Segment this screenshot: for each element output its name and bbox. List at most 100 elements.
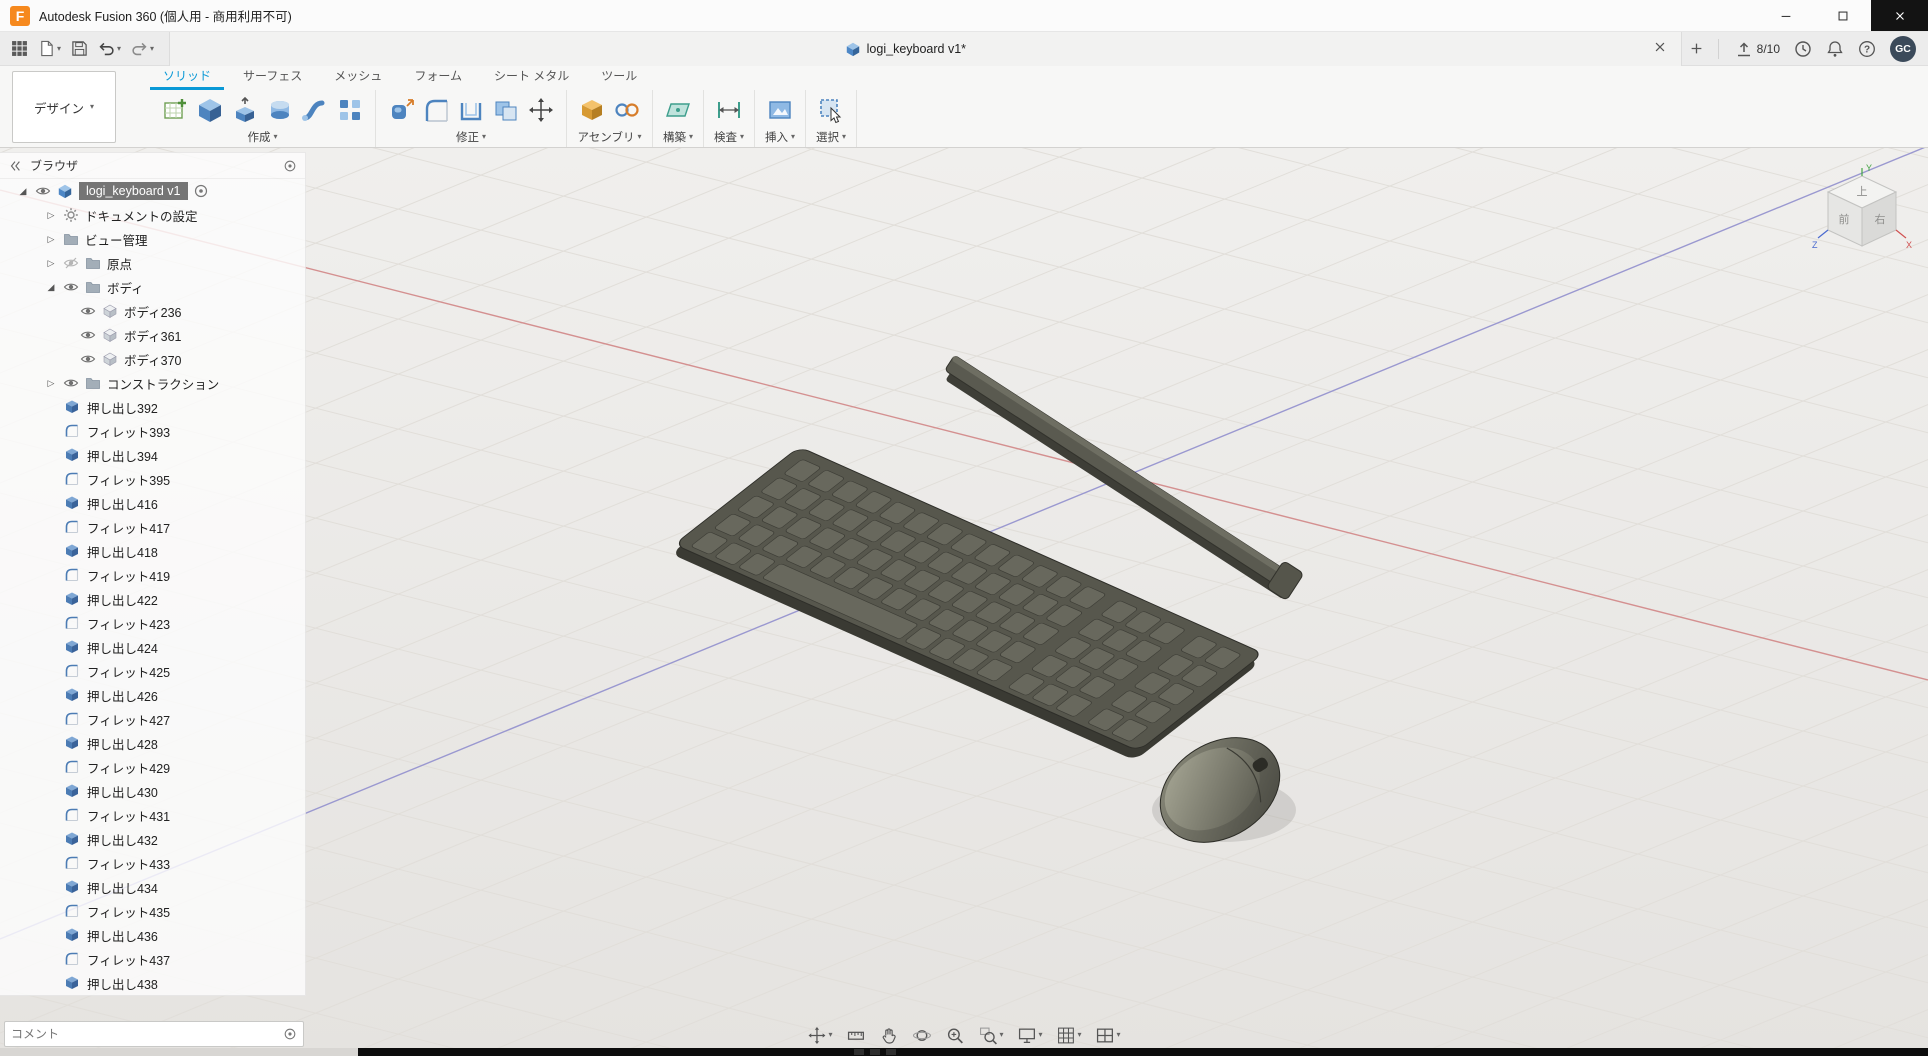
browser-root-label[interactable]: logi_keyboard v1: [79, 182, 188, 200]
toolbar-group-label[interactable]: 挿入▾: [765, 129, 795, 145]
measure-icon[interactable]: [714, 95, 744, 125]
collapse-panel-icon[interactable]: [8, 159, 22, 173]
activate-component-icon[interactable]: [193, 183, 210, 200]
redo-button[interactable]: ▾: [126, 35, 159, 63]
browser-node[interactable]: ボディ236: [0, 299, 305, 323]
feature-row[interactable]: フィレット423: [0, 611, 305, 635]
expand-arrow-icon[interactable]: ▷: [44, 210, 58, 221]
workspace-selector-button[interactable]: デザイン ▾: [12, 71, 116, 143]
feature-row[interactable]: フィレット417: [0, 515, 305, 539]
nav-zoomwin-button[interactable]: ▾: [973, 1022, 1008, 1048]
visibility-toggle-icon[interactable]: [35, 183, 52, 200]
feature-row[interactable]: フィレット395: [0, 467, 305, 491]
toolbar-group-label[interactable]: 作成▾: [247, 129, 277, 145]
panel-options-icon[interactable]: [283, 159, 297, 173]
feature-row[interactable]: 押し出し422: [0, 587, 305, 611]
undo-button[interactable]: ▾: [93, 35, 126, 63]
visibility-toggle-icon[interactable]: [63, 279, 80, 296]
feature-row[interactable]: フィレット427: [0, 707, 305, 731]
new-document-tab-button[interactable]: [1682, 32, 1712, 66]
select-icon[interactable]: [816, 95, 846, 125]
visibility-toggle-icon[interactable]: [80, 327, 97, 344]
presspull-icon[interactable]: [386, 95, 416, 125]
browser-node[interactable]: ▷原点: [0, 251, 305, 275]
feature-row[interactable]: 押し出し424: [0, 635, 305, 659]
expand-arrow-icon[interactable]: ▷: [44, 258, 58, 269]
feature-row[interactable]: 押し出し392: [0, 395, 305, 419]
feature-row[interactable]: フィレット393: [0, 419, 305, 443]
model-viewport[interactable]: 上 前 右 Y X Z ブラウザ ◢logi_keyboard v1▷ドキュメン…: [0, 148, 1928, 1056]
browser-node[interactable]: ボディ370: [0, 347, 305, 371]
help-icon[interactable]: ?: [1858, 40, 1876, 58]
view-cube[interactable]: 上 前 右 Y X Z: [1810, 162, 1914, 266]
feature-row[interactable]: フィレット425: [0, 659, 305, 683]
feature-row[interactable]: 押し出し428: [0, 731, 305, 755]
feature-row[interactable]: 押し出し438: [0, 971, 305, 995]
feature-row[interactable]: 押し出し436: [0, 923, 305, 947]
feature-row[interactable]: 押し出し426: [0, 683, 305, 707]
nav-move-button[interactable]: ▾: [802, 1022, 837, 1048]
user-avatar[interactable]: GC: [1890, 36, 1916, 62]
browser-node[interactable]: ◢ボディ: [0, 275, 305, 299]
browser-node[interactable]: ▷ビュー管理: [0, 227, 305, 251]
browser-node[interactable]: ▷ドキュメントの設定: [0, 203, 305, 227]
toolbar-group-label[interactable]: 構築▾: [663, 129, 693, 145]
sweep-icon[interactable]: [300, 95, 330, 125]
nav-ruler-button[interactable]: [841, 1022, 870, 1048]
component-icon[interactable]: [577, 95, 607, 125]
feature-row[interactable]: フィレット433: [0, 851, 305, 875]
ribbon-tab[interactable]: シート メタル: [481, 64, 582, 90]
shell-icon[interactable]: [456, 95, 486, 125]
expand-arrow-icon[interactable]: ◢: [44, 282, 58, 293]
ribbon-tab[interactable]: フォーム: [401, 64, 475, 90]
nav-pan-button[interactable]: [874, 1022, 903, 1048]
toolbar-group-label[interactable]: アセンブリ▾: [578, 129, 642, 145]
sketch-icon[interactable]: [160, 95, 190, 125]
app-launcher-button[interactable]: [6, 35, 33, 63]
fillet-icon[interactable]: [421, 95, 451, 125]
ribbon-tab[interactable]: ツール: [588, 64, 650, 90]
browser-node[interactable]: ▷コンストラクション: [0, 371, 305, 395]
bottom-timeline-strip[interactable]: [0, 1048, 1928, 1056]
expand-arrow-icon[interactable]: ▷: [44, 234, 58, 245]
ribbon-tab[interactable]: サーフェス: [230, 64, 315, 90]
feature-row[interactable]: 押し出し432: [0, 827, 305, 851]
visibility-toggle-icon[interactable]: [63, 255, 80, 272]
plane-icon[interactable]: [663, 95, 693, 125]
visibility-toggle-icon[interactable]: [80, 303, 97, 320]
toolbar-group-label[interactable]: 選択▾: [816, 129, 846, 145]
close-button[interactable]: [1871, 0, 1928, 31]
insert-icon[interactable]: [765, 95, 795, 125]
visibility-toggle-icon[interactable]: [63, 375, 80, 392]
nav-viewport-button[interactable]: ▾: [1091, 1022, 1126, 1048]
job-status-badge[interactable]: 8/10: [1735, 40, 1780, 58]
maximize-button[interactable]: [1814, 0, 1871, 31]
feature-row[interactable]: 押し出し418: [0, 539, 305, 563]
comment-target-icon[interactable]: [283, 1027, 297, 1041]
notification-bell-icon[interactable]: [1826, 40, 1844, 58]
comment-input[interactable]: [11, 1027, 277, 1041]
joint-icon[interactable]: [612, 95, 642, 125]
nav-orbit-button[interactable]: [907, 1022, 936, 1048]
feature-row[interactable]: 押し出し430: [0, 779, 305, 803]
feature-row[interactable]: 押し出し394: [0, 443, 305, 467]
nav-grid-button[interactable]: ▾: [1052, 1022, 1087, 1048]
feature-row[interactable]: フィレット431: [0, 803, 305, 827]
clock-icon[interactable]: [1794, 40, 1812, 58]
revolve-icon[interactable]: [265, 95, 295, 125]
feature-row[interactable]: フィレット437: [0, 947, 305, 971]
ribbon-tab[interactable]: ソリッド: [150, 64, 224, 90]
browser-node[interactable]: ボディ361: [0, 323, 305, 347]
toolbar-group-label[interactable]: 修正▾: [456, 129, 486, 145]
minimize-button[interactable]: [1757, 0, 1814, 31]
pattern-icon[interactable]: [335, 95, 365, 125]
combine-icon[interactable]: [491, 95, 521, 125]
visibility-toggle-icon[interactable]: [80, 351, 97, 368]
nav-zoom-button[interactable]: [940, 1022, 969, 1048]
feature-row[interactable]: 押し出し434: [0, 875, 305, 899]
feature-row[interactable]: 押し出し416: [0, 491, 305, 515]
document-tab-close-icon[interactable]: [1653, 40, 1671, 58]
move-icon[interactable]: [526, 95, 556, 125]
document-tab[interactable]: logi_keyboard v1*: [169, 32, 1682, 66]
feature-row[interactable]: フィレット419: [0, 563, 305, 587]
